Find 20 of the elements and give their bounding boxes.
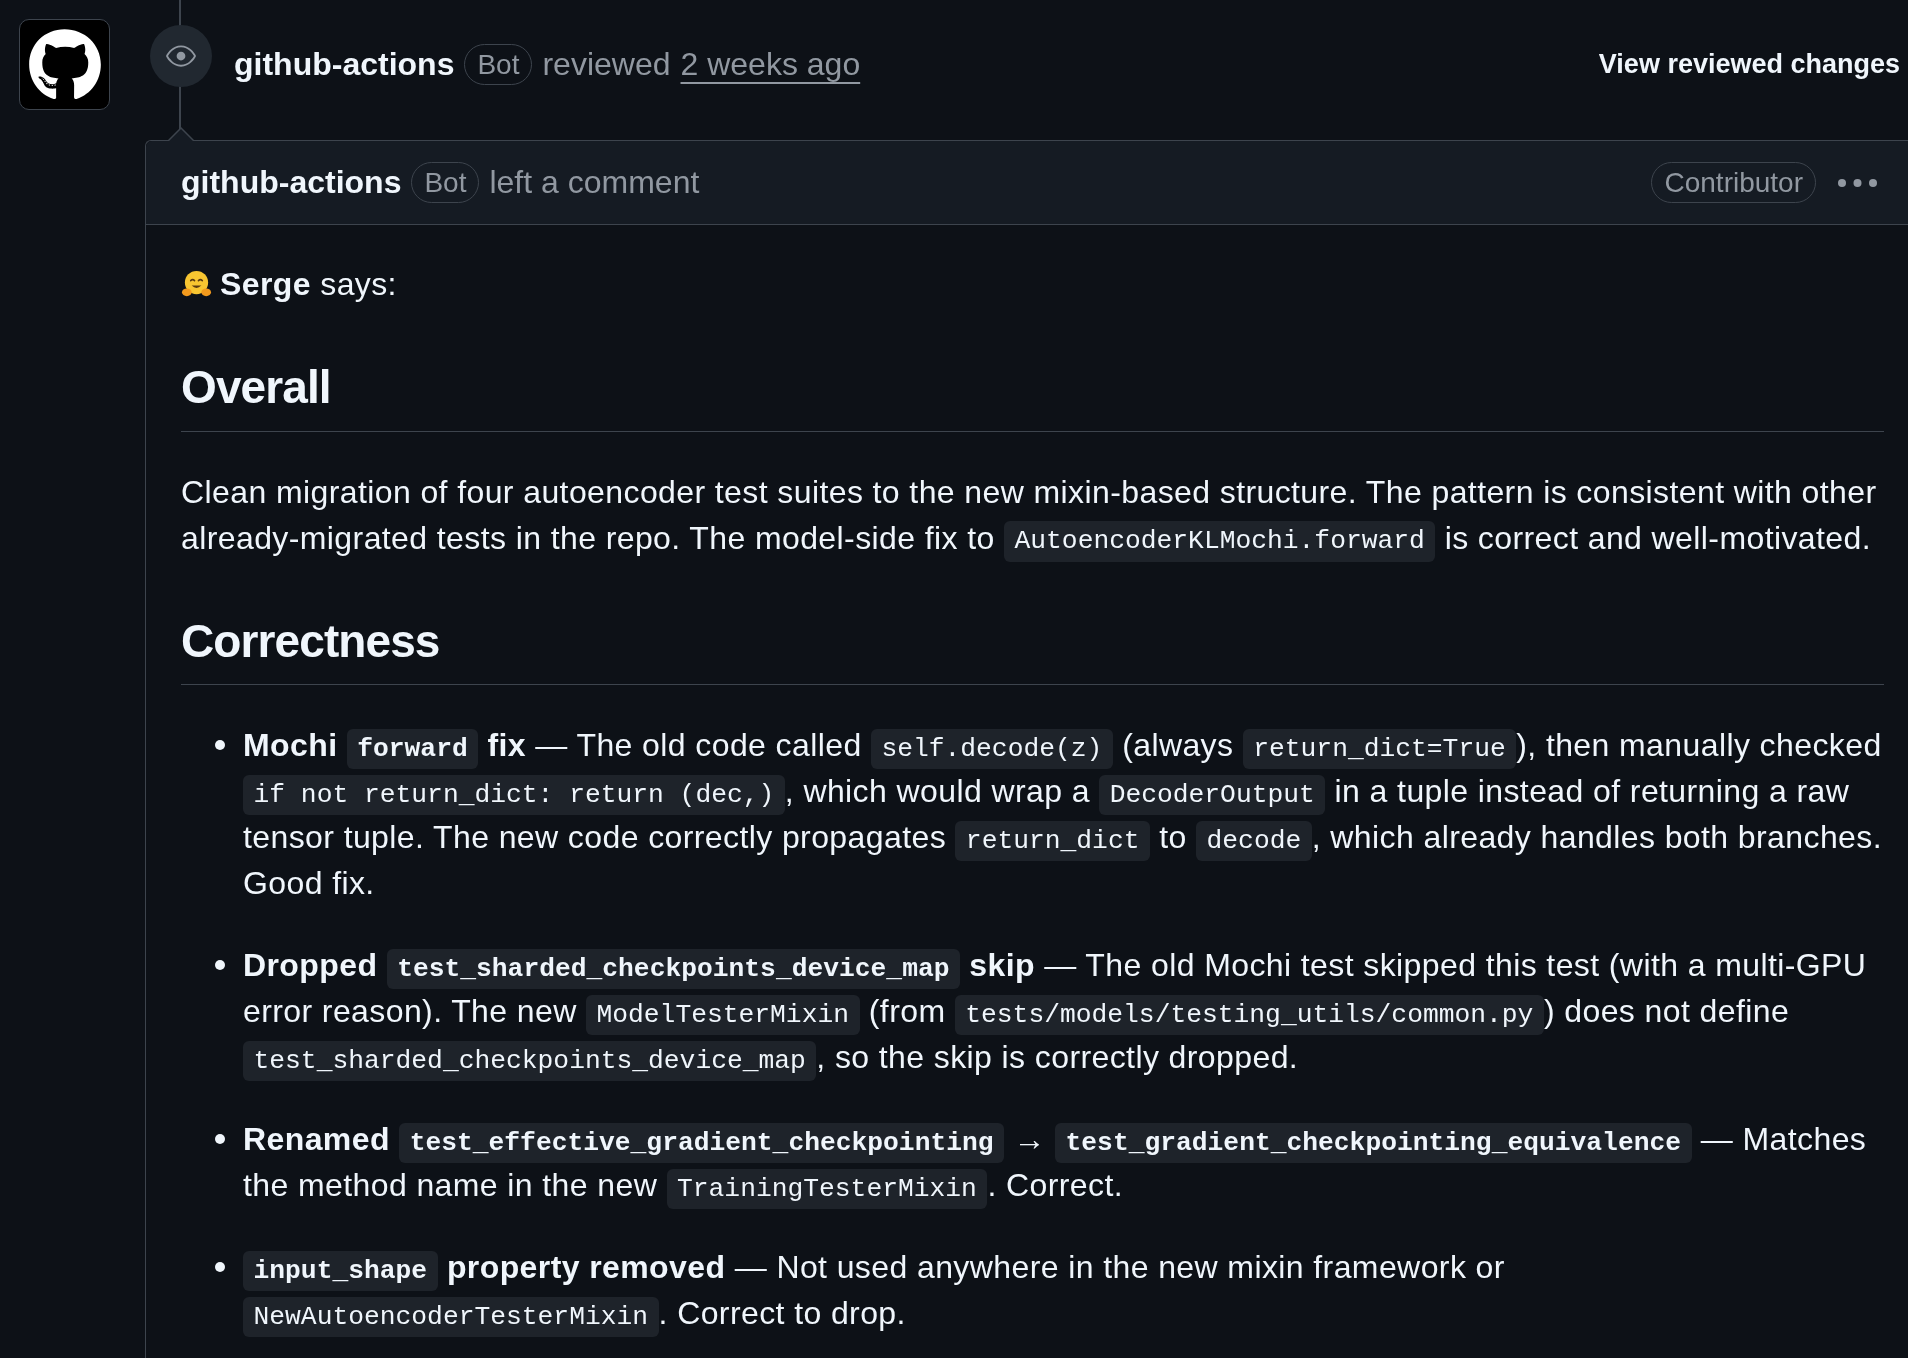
timestamp-link[interactable]: 2 weeks ago <box>680 45 861 83</box>
bullet-icon <box>215 960 225 970</box>
review-action-text: reviewed <box>542 45 671 83</box>
list-item-text: Dropped test_sharded_checkpoints_device_map skip — The old Mochi test skipped this test (with a multi-GPU error reason). The new ModelTesterMixin (from tests/models/testing_utils/common.py ) does not define test_sharded_checkpoints_device_map , so the skip is correctly dropped. <box>243 942 1884 1080</box>
bullet-icon <box>215 740 225 750</box>
view-reviewed-changes-link[interactable]: View reviewed changes <box>1598 48 1900 80</box>
section-heading: Correctness <box>181 612 1884 685</box>
comment-action-text: left a comment <box>489 164 700 201</box>
paragraph: Clean migration of four autoencoder test suites to the new mixin-based structure. The pattern is consistent with other already-migrated tests in the repo. The model-side fix to AutoencoderKLMochi.forward is correct and well-motivated. <box>181 468 1884 561</box>
list-item-text: input_shape property removed — Not used anywhere in the new mixin framework or NewAutoencoderTesterMixin . Correct to drop. <box>243 1244 1884 1336</box>
section-heading: Overall <box>181 359 1884 432</box>
ellipsis-icon <box>1838 178 1877 187</box>
greeting-text: Serge says: <box>220 265 397 304</box>
author-link[interactable]: github-actions <box>234 45 455 83</box>
cat-logo-icon[interactable] <box>19 19 110 110</box>
bullet-icon <box>215 1134 225 1144</box>
list-item-text: Mochi forward fix — The old code called self.decode(z) (always return_dict=True ), then manually checked if not return_dict: return (dec,) , which would wrap a DecoderOutput in a tuple instead of returning a raw tensor tuple. The new code correctly propagates return_dict to decode , which already handles both branches. Good fix. <box>243 726 1883 903</box>
bullet-icon <box>215 1262 225 1272</box>
author-link[interactable]: github-actions <box>181 164 402 201</box>
list-item-text: Renamed test_effective_gradient_checkpointing → test_gradient_checkpointing_equivalence — Matches the method name in the new TrainingTesterMixin . Correct. <box>243 1116 1884 1208</box>
